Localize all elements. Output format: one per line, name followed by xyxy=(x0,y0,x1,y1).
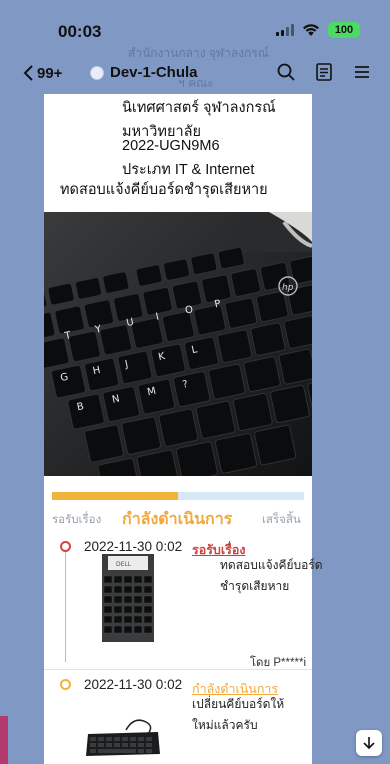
timeline-note-1-line-2: ชำรุดเสียหาย xyxy=(220,579,290,593)
chat-title[interactable]: Dev-1-Chula xyxy=(90,64,198,81)
progress-fill xyxy=(52,492,178,500)
status-icons: 100 xyxy=(276,22,360,38)
edge-strip xyxy=(0,716,8,764)
timeline-date-1: 2022-11-30 0:02 xyxy=(84,539,183,554)
timeline-thumbnail-1[interactable]: DELL xyxy=(102,554,154,642)
keyboard-photo[interactable]: TYUI OP GHJKL B N M? hp xyxy=(44,212,312,476)
svg-text:hp: hp xyxy=(282,283,294,293)
stage-in-progress: กำลังดำเนินการ xyxy=(122,511,233,528)
status-time: 00:03 xyxy=(58,22,102,41)
timeline-note-1-line-1: ทดสอบแจ้งคีย์บอร์ด xyxy=(220,558,323,572)
signal-icon xyxy=(276,24,294,36)
timeline-dot-received xyxy=(60,541,71,552)
timeline-note-2-line-1: เปลี่ยนคีย์บอร์ดให้ xyxy=(192,697,285,711)
stage-done: เสร็จสิ้น xyxy=(262,514,301,526)
stage-received: รอรับเรื่อง xyxy=(52,514,102,526)
timeline-date-2: 2022-11-30 0:02 xyxy=(84,677,183,692)
scroll-down-button[interactable] xyxy=(356,730,382,756)
menu-icon[interactable] xyxy=(352,62,372,82)
timeline-line xyxy=(65,552,66,662)
svg-text:DELL: DELL xyxy=(116,561,132,568)
group-avatar xyxy=(90,65,104,80)
info-ticket-id: 2022-UGN9M6 xyxy=(122,138,220,154)
timeline-dot-in-progress xyxy=(60,679,71,690)
unread-count: 99+ xyxy=(37,64,63,82)
battery-icon: 100 xyxy=(328,22,360,38)
header-actions xyxy=(276,62,372,82)
chat-name: Dev-1-Chula xyxy=(110,64,198,81)
info-description: ทดสอบแจ้งคีย์บอร์ดชำรุดเสียหาย xyxy=(60,182,268,198)
search-icon[interactable] xyxy=(276,62,296,82)
timeline-note-2-line-2: ใหม่แล้วครับ xyxy=(192,718,258,732)
ghost-text-line-1: สำนักงานกลาง จุฬาลงกรณ์ xyxy=(128,46,269,60)
message-card[interactable]: นิเทศศาสตร์ จุฬาลงกรณ์ มหาวิทยาลัย 2022-… xyxy=(44,94,323,764)
chevron-left-icon xyxy=(23,65,33,81)
timeline-separator xyxy=(44,669,312,670)
chat-header: สำนักงานกลาง จุฬาลงกรณ์ ฯ คณะ 99+ Dev-1-… xyxy=(0,46,390,94)
notes-icon[interactable] xyxy=(314,62,334,82)
progress-track xyxy=(52,492,304,500)
wifi-icon xyxy=(303,24,319,36)
arrow-down-icon xyxy=(363,737,375,750)
timeline-thumbnail-2[interactable] xyxy=(82,712,164,760)
back-button[interactable]: 99+ xyxy=(22,64,62,82)
info-faculty: นิเทศศาสตร์ จุฬาลงกรณ์ xyxy=(122,100,276,116)
